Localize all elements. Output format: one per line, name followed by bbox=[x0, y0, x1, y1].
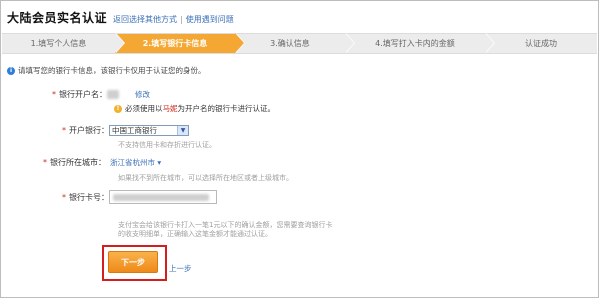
header-separator: | bbox=[180, 15, 183, 24]
account-name-label: 银行开户名： bbox=[59, 90, 107, 99]
step-4: 4.填写打入卡内的金额 bbox=[345, 33, 495, 54]
step-3: 3.确认信息 bbox=[235, 33, 355, 54]
city-select[interactable]: 浙江省杭州市 ▾ bbox=[110, 157, 161, 168]
chevron-down-icon[interactable]: ▼ bbox=[177, 126, 188, 135]
prev-step-link[interactable]: 上一步 bbox=[169, 263, 192, 274]
warning-icon: ! bbox=[114, 104, 122, 113]
link-help[interactable]: 使用遇到问题 bbox=[186, 15, 234, 24]
step-3-label: 3.确认信息 bbox=[270, 39, 310, 48]
notice: i 请填写您的银行卡信息，该银行卡仅用于认证您的身份。 bbox=[7, 65, 206, 76]
card-number-row: * 银行卡号： bbox=[62, 190, 217, 204]
step-1: 1.填写个人信息 bbox=[2, 33, 125, 54]
step-1-label: 1.填写个人信息 bbox=[30, 39, 87, 48]
required-mark: * bbox=[62, 192, 66, 202]
card-hint-line2: 的收支明细单，正确输入这笔金额才能通过认证。 bbox=[118, 230, 272, 238]
link-other-method[interactable]: 返回选择其他方式 bbox=[113, 15, 177, 24]
header-links: 返回选择其他方式 | 使用遇到问题 bbox=[113, 14, 234, 25]
notice-text: 请填写您的银行卡信息，该银行卡仅用于认证您的身份。 bbox=[18, 66, 206, 75]
step-5-label: 认证成功 bbox=[525, 39, 557, 48]
required-mark: * bbox=[43, 158, 47, 167]
step-arrow bbox=[485, 33, 494, 53]
bank-hint: 不支持信用卡和存折进行认证。 bbox=[118, 141, 216, 149]
step-2-label: 2.填写银行卡信息 bbox=[142, 39, 208, 48]
warning-name: 马妮 bbox=[162, 104, 178, 113]
warning-suffix: 为开户名的银行卡进行认证。 bbox=[177, 104, 276, 113]
city-row: * 银行所在城市： 浙江省杭州市 ▾ bbox=[43, 157, 161, 168]
step-2: 2.填写银行卡信息 bbox=[115, 33, 245, 54]
step-5: 认证成功 bbox=[485, 33, 597, 54]
card-number-label: 银行卡号： bbox=[69, 192, 109, 202]
card-number-input[interactable] bbox=[109, 190, 217, 204]
account-name-warning: ! 必须使用以 马妮 为开户名的银行卡进行认证。 bbox=[114, 103, 275, 114]
city-hint: 如果找不到所在城市，可以选择所在地区或者上级城市。 bbox=[118, 174, 293, 182]
bank-select[interactable]: 中国工商银行 ▼ bbox=[109, 125, 189, 136]
page-frame: 大陆会员实名认证 返回选择其他方式 | 使用遇到问题 1.填写个人信息 2.填写银行… bbox=[0, 0, 599, 298]
edit-name-link[interactable]: 修改 bbox=[135, 89, 150, 100]
step-arrow bbox=[115, 33, 124, 53]
account-name-blurred bbox=[107, 90, 119, 99]
required-mark: * bbox=[52, 90, 56, 99]
step-arrow bbox=[235, 33, 244, 53]
warning-prefix: 必须使用以 bbox=[125, 104, 163, 113]
bank-row: * 开户银行： 中国工商银行 ▼ bbox=[62, 125, 189, 136]
caret-down-icon: ▾ bbox=[157, 158, 162, 167]
card-number-blurred bbox=[113, 193, 209, 201]
next-step-button[interactable]: 下一步 bbox=[108, 251, 158, 273]
city-value: 浙江省杭州市 bbox=[110, 158, 155, 167]
info-icon: i bbox=[7, 66, 15, 75]
step-arrow bbox=[345, 33, 354, 53]
required-mark: * bbox=[62, 126, 66, 135]
city-label: 银行所在城市： bbox=[50, 158, 106, 167]
step-4-label: 4.填写打入卡内的金额 bbox=[375, 39, 455, 48]
bank-label: 开户银行： bbox=[69, 126, 109, 135]
account-name-row: * 银行开户名： 修改 bbox=[52, 89, 150, 100]
progress-steps: 1.填写个人信息 2.填写银行卡信息 3.确认信息 4.填写打入卡内的金额 认证… bbox=[2, 33, 597, 54]
page-title: 大陆会员实名认证 bbox=[7, 11, 108, 25]
page-header: 大陆会员实名认证 返回选择其他方式 | 使用遇到问题 bbox=[7, 9, 234, 31]
bank-select-value: 中国工商银行 bbox=[112, 126, 157, 135]
